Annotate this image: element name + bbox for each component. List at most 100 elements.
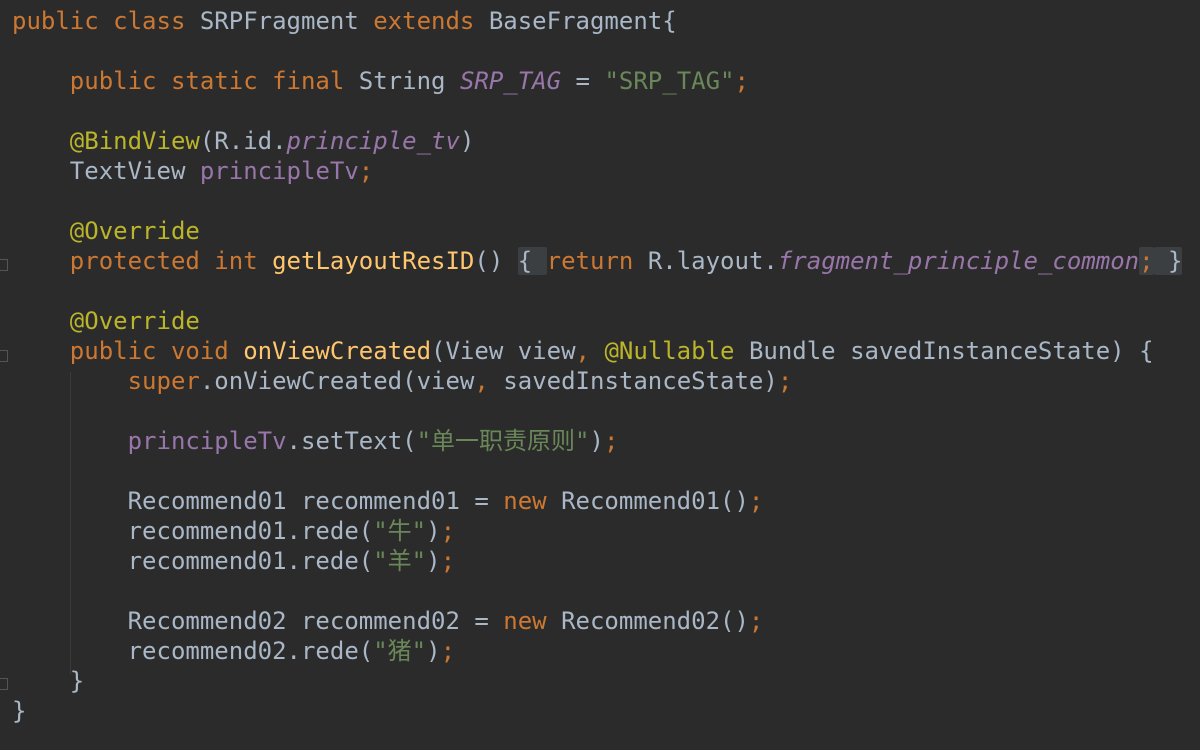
code-token: new bbox=[503, 607, 562, 635]
code-token: @Override bbox=[69, 217, 200, 245]
code-line[interactable]: Recommend01 recommend01 = new Recommend0… bbox=[12, 486, 1182, 516]
code-token: } bbox=[12, 697, 27, 725]
code-line[interactable]: TextView principleTv; bbox=[12, 156, 1182, 186]
code-line[interactable] bbox=[12, 96, 1182, 126]
code-token: ) bbox=[589, 427, 604, 455]
code-line[interactable] bbox=[12, 276, 1182, 306]
code-token: "SRP_TAG" bbox=[604, 67, 735, 95]
code-token: "牛" bbox=[373, 517, 427, 545]
code-token: ; bbox=[440, 637, 456, 665]
code-line[interactable]: public class SRPFragment extends BaseFra… bbox=[12, 6, 1182, 36]
code-text-area[interactable]: public class SRPFragment extends BaseFra… bbox=[12, 6, 1183, 726]
code-token: @Override bbox=[69, 307, 200, 335]
code-token: ) bbox=[459, 127, 475, 155]
code-line[interactable] bbox=[12, 186, 1182, 216]
code-token: = bbox=[561, 67, 605, 95]
code-token: ; bbox=[748, 487, 764, 515]
code-token: return bbox=[546, 247, 648, 275]
code-token: , bbox=[575, 337, 605, 365]
code-token: SRP_TAG bbox=[459, 67, 562, 95]
code-line[interactable]: public void onViewCreated(View view, @Nu… bbox=[12, 336, 1182, 366]
code-token: ) bbox=[426, 637, 441, 665]
code-token: (R.id. bbox=[199, 127, 287, 155]
code-token: { bbox=[517, 247, 547, 275]
code-token: ; bbox=[777, 367, 793, 395]
code-line[interactable]: @Override bbox=[12, 306, 1182, 336]
code-token: "羊" bbox=[373, 547, 427, 575]
code-token: recommend01.rede( bbox=[127, 517, 374, 545]
code-line[interactable] bbox=[12, 36, 1182, 66]
code-token: (View view bbox=[431, 337, 576, 365]
code-token: savedInstanceState) bbox=[503, 367, 778, 395]
code-token: Recommend01() bbox=[561, 487, 749, 515]
code-line[interactable] bbox=[12, 396, 1182, 426]
code-token: "猪" bbox=[373, 637, 427, 665]
code-token: public class bbox=[12, 7, 200, 35]
code-token: recommend01.rede( bbox=[127, 547, 374, 575]
code-token: ; bbox=[603, 427, 619, 455]
code-token: super bbox=[127, 367, 200, 395]
code-line[interactable] bbox=[12, 456, 1182, 486]
code-line[interactable]: @BindView(R.id.principle_tv) bbox=[12, 126, 1182, 156]
code-token: extends bbox=[373, 7, 489, 35]
code-editor[interactable]: public class SRPFragment extends BaseFra… bbox=[0, 0, 1200, 750]
code-token: ; bbox=[358, 157, 374, 185]
code-token: principleTv bbox=[127, 427, 287, 455]
code-token: public static final bbox=[69, 67, 359, 95]
code-token: ; bbox=[734, 67, 749, 95]
fold-toggle-icon[interactable] bbox=[0, 678, 8, 690]
code-token: principle_tv bbox=[286, 127, 460, 155]
code-token: ; bbox=[440, 517, 456, 545]
code-token: ) bbox=[426, 547, 441, 575]
code-token: TextView bbox=[69, 157, 200, 185]
code-token: fragment_principle_common bbox=[777, 247, 1140, 275]
code-token: onViewCreated bbox=[243, 337, 432, 365]
code-line[interactable] bbox=[12, 576, 1182, 606]
code-line[interactable]: } bbox=[12, 666, 1182, 696]
editor-gutter bbox=[0, 0, 10, 750]
code-token: principleTv bbox=[199, 157, 359, 185]
code-token: new bbox=[503, 487, 562, 515]
code-line[interactable]: principleTv.setText("单一职责原则"); bbox=[12, 426, 1182, 456]
code-token: @BindView bbox=[69, 127, 200, 155]
code-token: ; bbox=[440, 547, 456, 575]
code-token: ; bbox=[748, 607, 764, 635]
code-token: .setText( bbox=[286, 427, 417, 455]
code-line[interactable]: Recommend02 recommend02 = new Recommend0… bbox=[12, 606, 1182, 636]
fold-toggle-icon[interactable] bbox=[0, 350, 8, 362]
code-line[interactable]: recommend02.rede("猪"); bbox=[12, 636, 1182, 666]
code-line[interactable]: super.onViewCreated(view, savedInstanceS… bbox=[12, 366, 1182, 396]
code-line[interactable]: @Override bbox=[12, 216, 1182, 246]
code-token: R.layout. bbox=[647, 247, 778, 275]
code-token: String bbox=[358, 67, 460, 95]
code-token: } bbox=[69, 667, 85, 695]
code-line[interactable]: } bbox=[12, 696, 1182, 726]
code-token: () bbox=[474, 247, 518, 275]
code-token: BaseFragment{ bbox=[488, 7, 677, 35]
code-line[interactable]: protected int getLayoutResID() { return … bbox=[12, 246, 1183, 276]
code-token: getLayoutResID bbox=[272, 247, 475, 275]
code-token: protected int bbox=[69, 247, 273, 275]
code-token: , bbox=[474, 367, 504, 395]
code-line[interactable]: recommend01.rede("牛"); bbox=[12, 516, 1182, 546]
fold-toggle-icon[interactable] bbox=[0, 259, 8, 271]
code-line[interactable]: recommend01.rede("羊"); bbox=[12, 546, 1182, 576]
code-token: Recommend01 recommend01 = bbox=[127, 487, 504, 515]
code-token: Recommend02() bbox=[561, 607, 749, 635]
code-line[interactable]: public static final String SRP_TAG = "SR… bbox=[12, 66, 1182, 96]
